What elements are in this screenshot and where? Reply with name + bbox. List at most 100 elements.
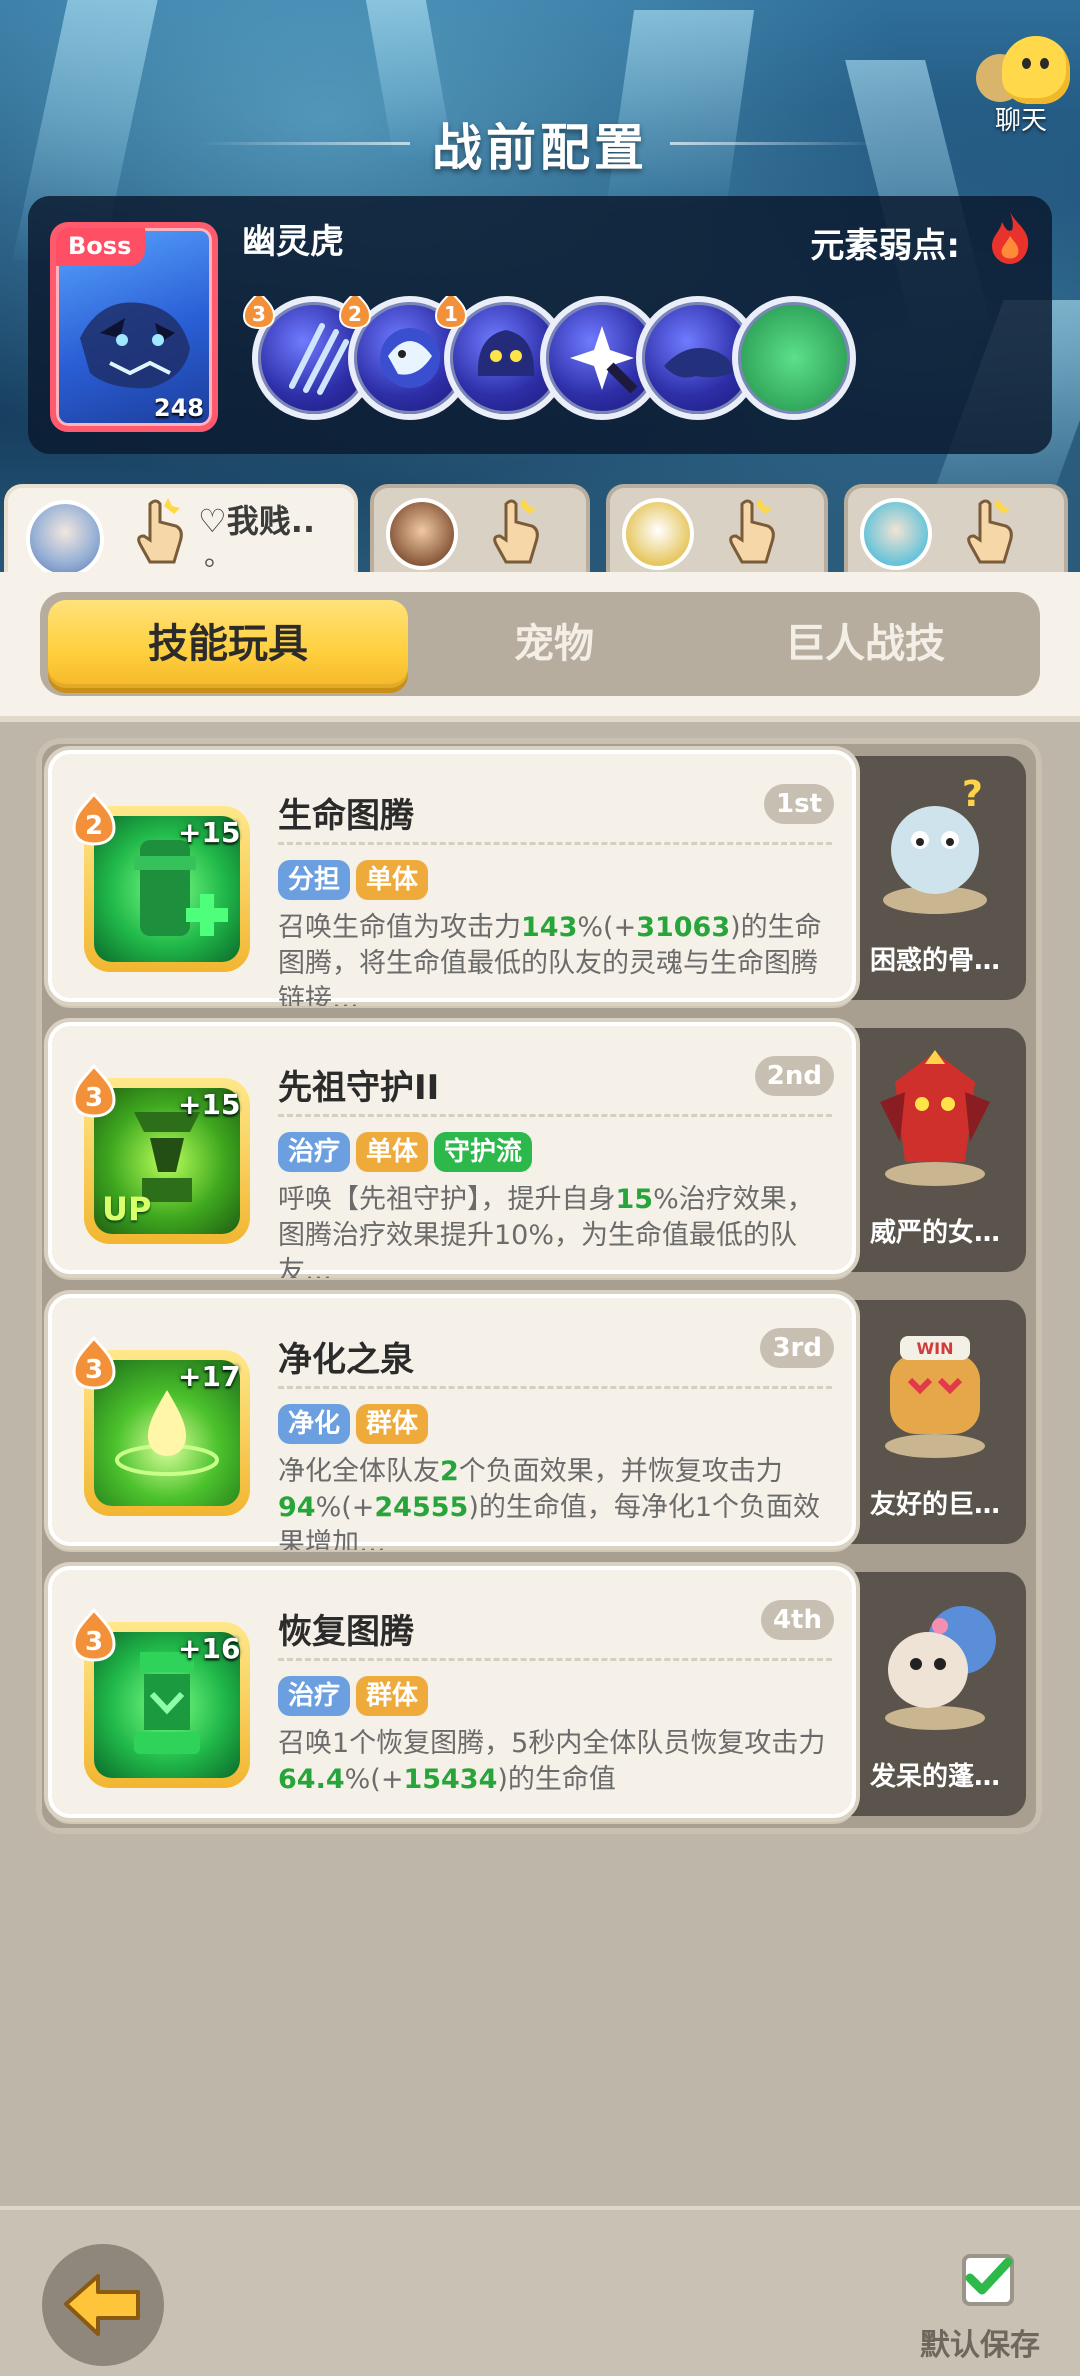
pet-name: 威严的女… xyxy=(869,1218,1000,1248)
skill-tag: 净化 xyxy=(278,1404,351,1444)
pet-friendly-giant-icon: WIN xyxy=(885,1336,985,1458)
pet-dazed-fluffy-icon xyxy=(885,1606,996,1730)
skill-tag: 群体 xyxy=(356,1404,429,1444)
skill-description: 净化全体队友2个负面效果，并恢复攻击力94%(+24555)的生命值，每净化1个… xyxy=(278,1456,821,1550)
hero-tab-2[interactable] xyxy=(370,484,590,576)
tab-skill-toys[interactable]: 技能玩具 xyxy=(48,600,408,688)
skill-tags: 分担 单体 xyxy=(278,860,434,900)
avatar xyxy=(26,500,104,578)
svg-text:2: 2 xyxy=(348,302,362,326)
avatar xyxy=(860,498,932,570)
skill-level-badge: 2 xyxy=(72,792,116,846)
pet-name: 发呆的蓬… xyxy=(869,1762,1000,1792)
skill-card[interactable]: 3 +17 净化之泉 3rd 净化 群体 净化全体队友2个负面效果，并恢复攻击力9… xyxy=(48,1294,856,1550)
skill-tag: 治疗 xyxy=(278,1676,351,1716)
avatar xyxy=(622,498,694,570)
svg-text:2: 2 xyxy=(85,811,103,841)
skill-row-3[interactable]: WIN 友好的巨… 3 +17 净化之泉 3rd 净化 群体 净化全体队友2个负面… xyxy=(48,1294,1028,1550)
skill-tag: 群体 xyxy=(356,1676,429,1716)
svg-text:WIN: WIN xyxy=(917,1339,954,1358)
svg-text:3: 3 xyxy=(85,1083,103,1113)
hero-tab-3[interactable] xyxy=(606,484,828,576)
skill-name: 净化之泉 xyxy=(278,1340,414,1380)
skill-tag: 守护流 xyxy=(434,1132,533,1172)
skill-badge-2: 2 xyxy=(338,296,372,330)
chat-bubble-icon xyxy=(1002,36,1070,104)
svg-text:?: ? xyxy=(962,774,983,815)
hand-icon xyxy=(729,498,775,564)
pet-name: 友好的巨… xyxy=(869,1490,1000,1520)
avatar xyxy=(386,498,458,570)
back-arrow-icon xyxy=(64,2274,140,2336)
skill-level-badge: 3 xyxy=(72,1064,116,1118)
skill-badge-1: 3 xyxy=(242,296,276,330)
skill-tag: 治疗 xyxy=(278,1132,351,1172)
bottom-bar: 默认保存 xyxy=(0,2206,1080,2376)
skill-tags: 治疗 群体 xyxy=(278,1676,434,1716)
svg-text:3: 3 xyxy=(85,1355,103,1385)
skill-name: 先祖守护II xyxy=(278,1068,440,1108)
skill-tag: 分担 xyxy=(278,860,351,900)
tab-pets[interactable]: 宠物 xyxy=(414,592,694,696)
chat-label: 聊天 xyxy=(994,106,1047,136)
skill-row-2[interactable]: 威严的女… UP 3 +15 先祖守护II 2nd 治疗 单体 守护流 呼唤【先祖守… xyxy=(48,1022,1028,1278)
boss-tag: Boss xyxy=(56,228,146,266)
category-tabs: 技能玩具 宠物 巨人战技 xyxy=(40,592,1040,696)
rank-tag: 1st xyxy=(764,784,834,824)
skill-card[interactable]: 3 +16 恢复图腾 4th 治疗 群体 召唤1个恢复图腾，5秒内全体队员恢复攻击… xyxy=(48,1566,856,1818)
skill-row-1[interactable]: ? 困惑的骨… 2 +15 生命图腾 1st 分担 单体 召唤生命值为攻击力143… xyxy=(48,750,1028,1006)
tab-giant-skills[interactable]: 巨人战技 xyxy=(700,592,1030,696)
pet-slot[interactable]: 威严的女… xyxy=(828,1028,1026,1272)
upgrade-tag: UP xyxy=(102,1190,152,1228)
skill-tags: 治疗 单体 守护流 xyxy=(278,1132,538,1172)
pet-name: 困惑的骨… xyxy=(869,946,1000,976)
svg-text:1: 1 xyxy=(444,302,458,326)
skill-bonus: +15 xyxy=(178,1088,241,1121)
rank-tag: 4th xyxy=(760,1600,834,1640)
hero-tab-1[interactable]: ♡我贱.. 。 xyxy=(4,484,358,578)
skill-bonus: +16 xyxy=(178,1632,241,1665)
skill-description: 召唤1个恢复图腾，5秒内全体队员恢复攻击力64.4%(+15434)的生命值 xyxy=(278,1728,826,1795)
boss-name: 幽灵虎 xyxy=(242,222,344,262)
skill-level-badge: 3 xyxy=(72,1336,116,1390)
svg-text:3: 3 xyxy=(252,302,266,326)
rank-tag: 2nd xyxy=(754,1056,834,1096)
divider xyxy=(278,1114,832,1117)
hand-icon xyxy=(137,498,183,564)
chat-button[interactable]: 聊天 xyxy=(966,32,1076,136)
pet-slot[interactable]: 发呆的蓬… xyxy=(828,1572,1026,1816)
partial-skill-icon[interactable] xyxy=(732,296,856,420)
default-save-checkbox[interactable] xyxy=(962,2254,1014,2306)
skill-card[interactable]: UP 3 +15 先祖守护II 2nd 治疗 单体 守护流 呼唤【先祖守护】，提升自… xyxy=(48,1022,856,1278)
skill-name: 恢复图腾 xyxy=(278,1612,414,1652)
hero-note-dot: 。 xyxy=(204,539,233,572)
skill-badge-3: 1 xyxy=(434,296,468,330)
skill-bonus: +15 xyxy=(178,816,241,849)
pet-slot[interactable]: WIN 友好的巨… xyxy=(828,1300,1026,1544)
skill-row-4[interactable]: 发呆的蓬… 3 +16 恢复图腾 4th 治疗 群体 召唤1个恢复图腾，5秒内全体… xyxy=(48,1566,1028,1818)
divider xyxy=(278,842,832,845)
boss-portrait[interactable]: Boss 248 xyxy=(50,222,218,432)
pet-confused-bone-dragon-icon: ? xyxy=(883,774,987,914)
boss-panel: Boss 248 幽灵虎 元素弱点: 3 2 1 xyxy=(28,196,1052,454)
svg-text:3: 3 xyxy=(85,1627,103,1657)
pet-majestic-dragon-icon xyxy=(880,1050,990,1186)
skill-card[interactable]: 2 +15 生命图腾 1st 分担 单体 召唤生命值为攻击力143%(+31063… xyxy=(48,750,856,1006)
divider xyxy=(278,1658,832,1661)
skill-tags: 净化 群体 xyxy=(278,1404,434,1444)
boss-skill-row: 3 2 1 xyxy=(242,296,1042,426)
skill-bonus: +17 xyxy=(178,1360,241,1393)
skill-level-badge: 3 xyxy=(72,1608,116,1662)
weakness-label: 元素弱点: xyxy=(810,226,960,266)
page-title: 战前配置 xyxy=(432,119,648,177)
checkmark-icon xyxy=(965,2257,1013,2295)
skill-description: 召唤生命值为攻击力143%(+31063)的生命图腾，将生命值最低的队友的灵魂与… xyxy=(278,912,822,1006)
back-button[interactable] xyxy=(42,2244,164,2366)
boss-level: 248 xyxy=(153,394,204,422)
ghost-tiger-art xyxy=(80,302,190,389)
hand-icon xyxy=(493,498,539,564)
pet-slot[interactable]: ? 困惑的骨… xyxy=(828,756,1026,1000)
hero-tab-4[interactable] xyxy=(844,484,1068,576)
skill-tag: 单体 xyxy=(356,860,429,900)
category-board: 技能玩具 宠物 巨人战技 xyxy=(0,572,1080,722)
